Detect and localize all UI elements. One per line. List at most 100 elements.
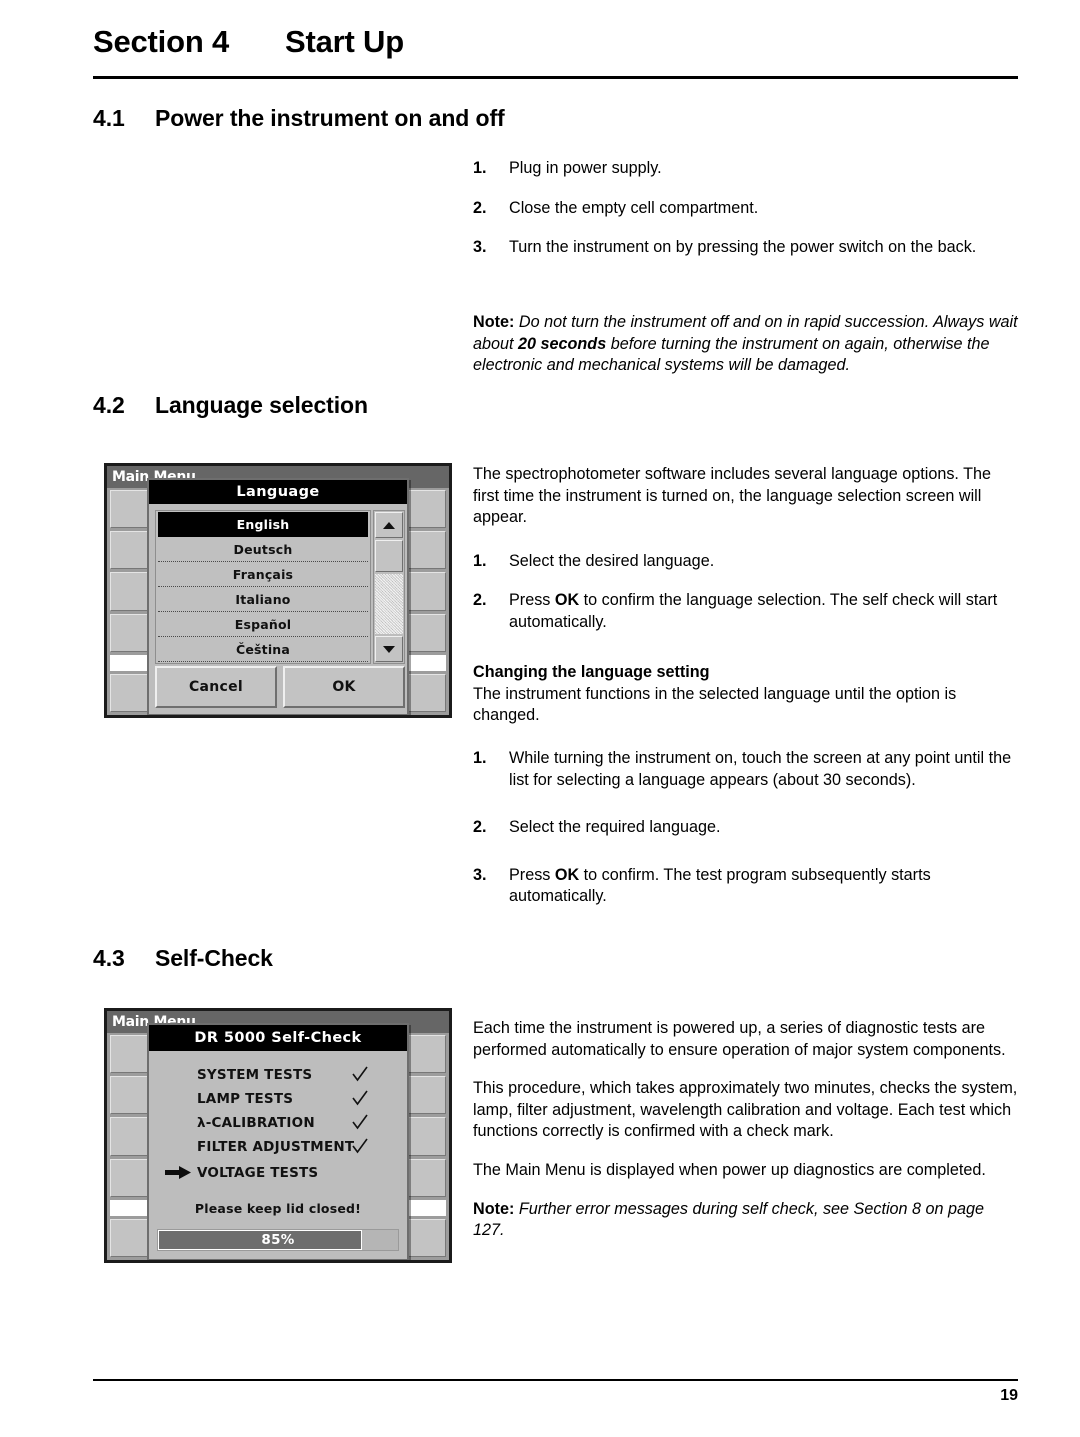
language-list-scrollbar[interactable] [373,510,405,664]
page-title: Section 4 Start Up [93,24,1018,60]
footer-divider [93,1379,1018,1381]
step-number: 2. [473,591,487,610]
steps-4-2-first: 1. Select the desired language. 2. Press… [473,551,1018,634]
page-number: 19 [1000,1387,1018,1404]
steps-4-2-second: 1. While turning the instrument on, touc… [473,748,1018,908]
language-option-cestina[interactable]: Čeština [158,637,368,662]
scroll-up-button[interactable] [375,512,403,538]
test-row-system-tests: SYSTEM TESTS [149,1063,407,1087]
language-option-english[interactable]: English [158,512,368,537]
list-item: 2. Close the empty cell compartment. [473,198,1018,220]
check-icon [351,1089,369,1107]
heading-4-2-number: 4.2 [93,392,125,418]
self-check-message: Please keep lid closed! [194,1201,362,1216]
test-label: SYSTEM TESTS [197,1067,313,1083]
step-text: Press OK to confirm. The test program su… [509,865,931,906]
list-item: 2. Press OK to confirm the language sele… [473,590,1018,633]
heading-4-2: 4.2 Language selection [93,392,368,419]
note-label: Note: [473,1199,515,1218]
check-icon [351,1113,369,1131]
test-row-lambda-calibration: λ-CALIBRATION [149,1111,407,1135]
chevron-down-icon [383,645,395,653]
document-page: Section 4 Start Up 4.1 Power the instrumen… [0,0,1080,1437]
heading-4-3-number: 4.3 [93,945,125,971]
section-title: Start Up [285,24,404,59]
test-label: VOLTAGE TESTS [197,1165,319,1181]
self-check-dialog: DR 5000 Self-Check SYSTEM TESTS LAMP TES… [147,1023,409,1260]
list-item: 1. Select the desired language. [473,551,1018,573]
list-item: 1. Plug in power supply. [473,158,1018,180]
heading-4-1: 4.1 Power the instrument on and off [93,105,505,132]
heading-4-1-title: Power the instrument on and off [155,105,505,131]
note-text: Further error messages during self check… [473,1199,985,1240]
scroll-down-button[interactable] [375,636,403,662]
self-check-dialog-title: DR 5000 Self-Check [149,1025,407,1051]
note-emphasis: 20 seconds [518,334,607,353]
self-check-screenshot: Main Menu U ms Sin gth W S C ent o DR 50… [104,1008,452,1263]
changing-language-block: Changing the language setting The instru… [473,662,1018,727]
paragraph-1: Each time the instrument is powered up, … [473,1019,1006,1059]
step-text: Press OK to confirm the language selecti… [509,591,998,631]
test-label: LAMP TESTS [197,1091,294,1107]
step-number: 2. [473,198,487,217]
paragraph-3: The Main Menu is displayed when power up… [473,1160,986,1179]
heading-4-3-title: Self-Check [155,945,273,971]
ok-button[interactable]: OK [283,666,405,708]
step-number: 3. [473,238,487,257]
language-option-francais[interactable]: Français [158,562,368,587]
arrow-right-icon [165,1164,191,1179]
step-number: 1. [473,551,487,570]
step-number: 1. [473,749,487,767]
changing-language-text: The instrument functions in the selected… [473,684,957,725]
check-icon [351,1065,369,1083]
step-text: While turning the instrument on, touch t… [509,749,1012,789]
step-text: Plug in power supply. [509,159,662,177]
step-text: Select the desired language. [509,551,715,570]
scrollbar-track[interactable] [375,574,403,634]
test-row-filter-adjustment: FILTER ADJUSTMENT [149,1135,407,1159]
steps-4-1: 1. Plug in power supply. 2. Close the em… [473,158,1018,259]
step-number: 1. [473,159,487,177]
language-dialog: Language English Deutsch Français Italia… [147,478,409,715]
step-number: 2. [473,818,487,837]
language-dialog-buttons: Cancel OK [155,666,405,708]
test-label: λ-CALIBRATION [197,1115,315,1131]
test-row-voltage-tests: VOLTAGE TESTS [149,1159,407,1187]
section-4-1-body: 1. Plug in power supply. 2. Close the em… [473,158,1018,259]
cancel-button[interactable]: Cancel [155,666,277,708]
header-divider [93,76,1018,79]
step-text: Turn the instrument on by pressing the p… [509,238,977,257]
heading-4-3: 4.3 Self-Check [93,945,273,972]
heading-4-2-title: Language selection [155,392,368,418]
language-option-italiano[interactable]: Italiano [158,587,368,612]
subheading-changing-language: Changing the language setting [473,663,710,681]
language-list[interactable]: English Deutsch Français Italiano Españo… [155,510,371,664]
section-4-3-body: Each time the instrument is powered up, … [473,1018,1018,1242]
scrollbar-thumb[interactable] [375,540,403,572]
list-item: 2. Select the required language. [473,817,1018,839]
progress-bar-label: 85% [261,1232,295,1248]
language-option-espanol[interactable]: Español [158,612,368,637]
list-item: 3. Turn the instrument on by pressing th… [473,237,1018,259]
step-text: Close the empty cell compartment. [509,198,759,217]
note-4-1: Note: Do not turn the instrument off and… [473,312,1018,377]
heading-4-1-number: 4.1 [93,105,125,131]
progress-bar: 85% [157,1229,399,1251]
test-row-lamp-tests: LAMP TESTS [149,1087,407,1111]
check-icon [351,1137,369,1155]
intro-paragraph-4-2: The spectrophotometer software includes … [473,465,992,527]
step-text: Select the required language. [509,818,721,837]
list-item: 3. Press OK to confirm. The test program… [473,865,1018,908]
section-number: Section 4 [93,24,230,59]
numbered-list: 1. While turning the instrument on, touc… [473,748,1018,908]
note-4-3: Note: Further error messages during self… [473,1199,1018,1242]
section-4-2-body: The spectrophotometer software includes … [473,464,1018,634]
list-item: 1. While turning the instrument on, touc… [473,748,1018,791]
inline-ok-label: OK [554,591,580,610]
test-label: FILTER ADJUSTMENT [197,1139,355,1155]
language-dialog-title: Language [149,480,407,504]
paragraph-2: This procedure, which takes approximatel… [473,1079,1018,1141]
language-list-wrapper: English Deutsch Français Italiano Españo… [155,510,405,664]
chevron-up-icon [383,521,395,529]
language-option-deutsch[interactable]: Deutsch [158,537,368,562]
